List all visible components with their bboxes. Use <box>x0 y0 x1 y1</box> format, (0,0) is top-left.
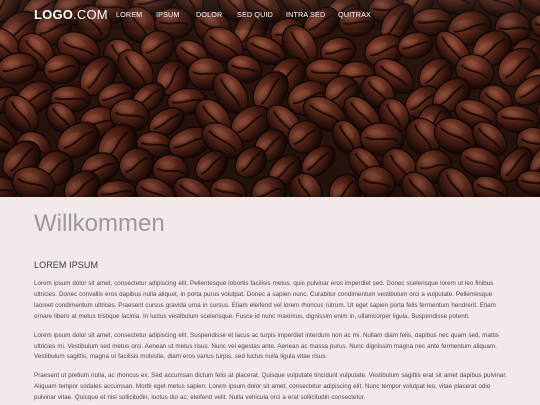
nav-item-intra-sed[interactable]: INTRA SED <box>286 10 338 20</box>
logo-domain-text: .COM <box>73 7 108 22</box>
logo-bold-text: LOGO <box>34 7 74 22</box>
nav-item-ipsum[interactable]: IPSUM <box>156 10 196 20</box>
nav-item-quitrax[interactable]: QUITRAX <box>338 10 374 20</box>
body-paragraph-2: Lorem ipsum dolor sit amet, consectetur … <box>34 331 499 361</box>
main-navigation: LOREM IPSUM DOLOR SED QUID INTRA SED QUI… <box>116 10 374 20</box>
page: LOGO.COM LOREM IPSUM DOLOR SED QUID INTR… <box>0 0 540 405</box>
nav-item-dolor[interactable]: DOLOR <box>196 10 237 20</box>
top-navigation-bar: LOGO.COM LOREM IPSUM DOLOR SED QUID INTR… <box>0 0 540 30</box>
site-logo[interactable]: LOGO.COM <box>34 6 108 24</box>
nav-item-lorem[interactable]: LOREM <box>116 10 156 20</box>
hero-image: LOGO.COM LOREM IPSUM DOLOR SED QUID INTR… <box>0 0 540 197</box>
section-title: LOREM IPSUM <box>34 260 99 270</box>
body-paragraph-3: Praesent ut pretium nulla, ac rhoncus ex… <box>34 372 507 402</box>
page-title: Willkommen <box>34 210 165 237</box>
body-paragraph-1: Lorem ipsum dolor sit amet, consectetur … <box>34 280 496 320</box>
nav-item-sed-quid[interactable]: SED QUID <box>237 10 286 20</box>
main-content: Willkommen LOREM IPSUM Lorem ipsum dolor… <box>34 209 512 405</box>
